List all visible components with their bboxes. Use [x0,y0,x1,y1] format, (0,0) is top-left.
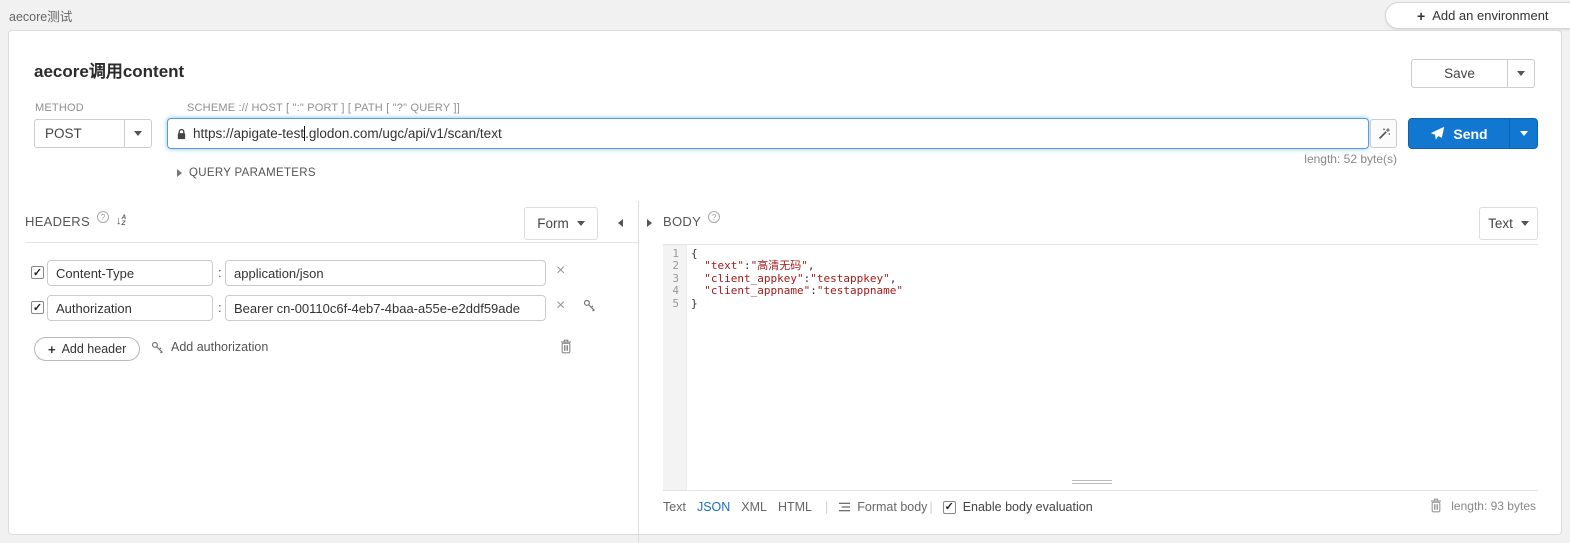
add-header-button[interactable]: + Add header [34,337,140,361]
add-environment-label: Add an environment [1432,8,1548,23]
header-enabled-checkbox[interactable] [31,301,44,314]
remove-header-icon[interactable]: × [556,264,565,278]
code-lines: 1{2 "text":"高清无码",3 "client_appkey":"tes… [663,248,1538,310]
toolbar-separator: | [929,500,932,514]
send-split-button: Send [1408,118,1538,149]
body-mode-html[interactable]: HTML [778,500,812,514]
chevron-right-icon [177,169,182,177]
colon-separator: : [218,265,222,280]
header-enabled-checkbox[interactable] [31,266,44,279]
header-name-input[interactable] [47,260,213,286]
headers-view-select[interactable]: Form [524,207,598,240]
chevron-down-icon [577,221,585,226]
headers-view-value: Form [537,216,569,231]
request-card: aecore调用content Save METHOD SCHEME :// H… [8,30,1562,535]
url-input[interactable]: https://apigate-test .glodon.com/ugc/api… [167,118,1369,149]
collapse-right-panel-button[interactable] [647,219,652,227]
enable-body-evaluation: Enable body evaluation [943,500,1093,514]
header-name-input[interactable] [47,295,213,321]
code-line: 4 "client_appname":"testappname" [663,285,1538,297]
add-environment-button[interactable]: + Add an environment [1385,2,1570,29]
enable-body-evaluation-checkbox[interactable] [943,501,956,514]
page-title: aecore调用content [34,57,184,82]
panel-divider[interactable] [638,201,639,543]
magic-wand-icon [1377,127,1391,141]
chevron-down-icon [1520,131,1528,136]
format-body-label: Format body [857,500,927,514]
url-text-before-cursor: https://apigate-test [193,126,304,141]
save-label: Save [1444,66,1475,81]
scheme-label: SCHEME :// HOST [ ":" PORT ] [ PATH [ "?… [187,102,460,114]
body-length-row: length: 93 bytes [1430,498,1536,513]
method-dropdown-button[interactable] [124,120,151,147]
body-length: length: 93 bytes [1451,499,1536,513]
body-mode-json[interactable]: JSON [697,500,730,514]
remove-header-icon[interactable]: × [556,299,565,313]
query-parameters-toggle[interactable]: QUERY PARAMETERS [177,167,316,179]
chevron-down-icon [1517,71,1525,76]
body-section-header: BODY ? [663,214,720,229]
body-editor[interactable]: 1{2 "text":"高清无码",3 "client_appkey":"tes… [663,244,1538,491]
header-value-input[interactable] [225,295,546,321]
toolbar-separator: | [825,500,828,514]
help-icon[interactable]: ? [708,211,720,223]
plus-icon: + [48,342,56,357]
clear-body-trash-icon[interactable] [1430,498,1442,513]
code-line: 5} [663,298,1538,310]
breadcrumb: aecore测试 [9,6,72,25]
add-authorization-label: Add authorization [171,340,268,354]
url-text-after-cursor: .glodon.com/ugc/api/v1/scan/text [305,126,502,141]
body-toolbar: Text JSON XML HTML | Format body | Enabl… [663,498,1093,516]
body-mode-xml[interactable]: XML [741,500,767,514]
lock-icon [176,127,187,141]
save-button[interactable]: Save [1412,60,1507,87]
key-icon[interactable] [583,299,596,312]
editor-resize-handle[interactable] [1072,480,1112,486]
headers-section-header: HEADERS ? ↓AZ [25,214,126,229]
method-label: METHOD [35,102,84,114]
format-body-button[interactable]: Format body [838,500,927,514]
plus-icon: + [1417,8,1425,24]
body-mode-text[interactable]: Text [663,500,686,514]
format-lines-icon [838,501,851,513]
add-authorization-button[interactable]: Add authorization [151,340,268,354]
delete-headers-trash-icon[interactable] [560,339,572,354]
method-value: POST [45,126,82,141]
send-button[interactable]: Send [1409,119,1509,148]
headers-separator [25,242,638,243]
query-parameters-label: QUERY PARAMETERS [189,167,316,179]
enable-body-evaluation-label: Enable body evaluation [963,500,1093,514]
send-dropdown-button[interactable] [1509,119,1537,148]
method-select[interactable]: POST [34,119,152,148]
save-dropdown-button[interactable] [1507,60,1534,87]
chevron-down-icon [134,131,142,136]
paper-plane-icon [1430,126,1445,141]
add-header-label: Add header [62,342,127,356]
chevron-down-icon [1521,221,1529,226]
send-label: Send [1453,126,1487,142]
app-window: aecore测试 + Add an environment aecore调用co… [0,0,1570,543]
key-icon [151,341,164,354]
url-wand-button[interactable] [1370,119,1397,148]
collapse-left-panel-button[interactable] [618,219,623,227]
help-icon[interactable]: ? [97,211,109,223]
header-value-input[interactable] [225,260,546,286]
colon-separator: : [218,300,222,315]
body-label: BODY [663,214,701,229]
body-type-value: Text [1488,216,1513,231]
headers-label: HEADERS [25,214,90,229]
sort-headers-icon[interactable]: ↓AZ [116,215,126,226]
body-type-select[interactable]: Text [1479,207,1538,240]
save-split-button: Save [1411,59,1535,88]
url-length: length: 52 byte(s) [1109,152,1397,166]
